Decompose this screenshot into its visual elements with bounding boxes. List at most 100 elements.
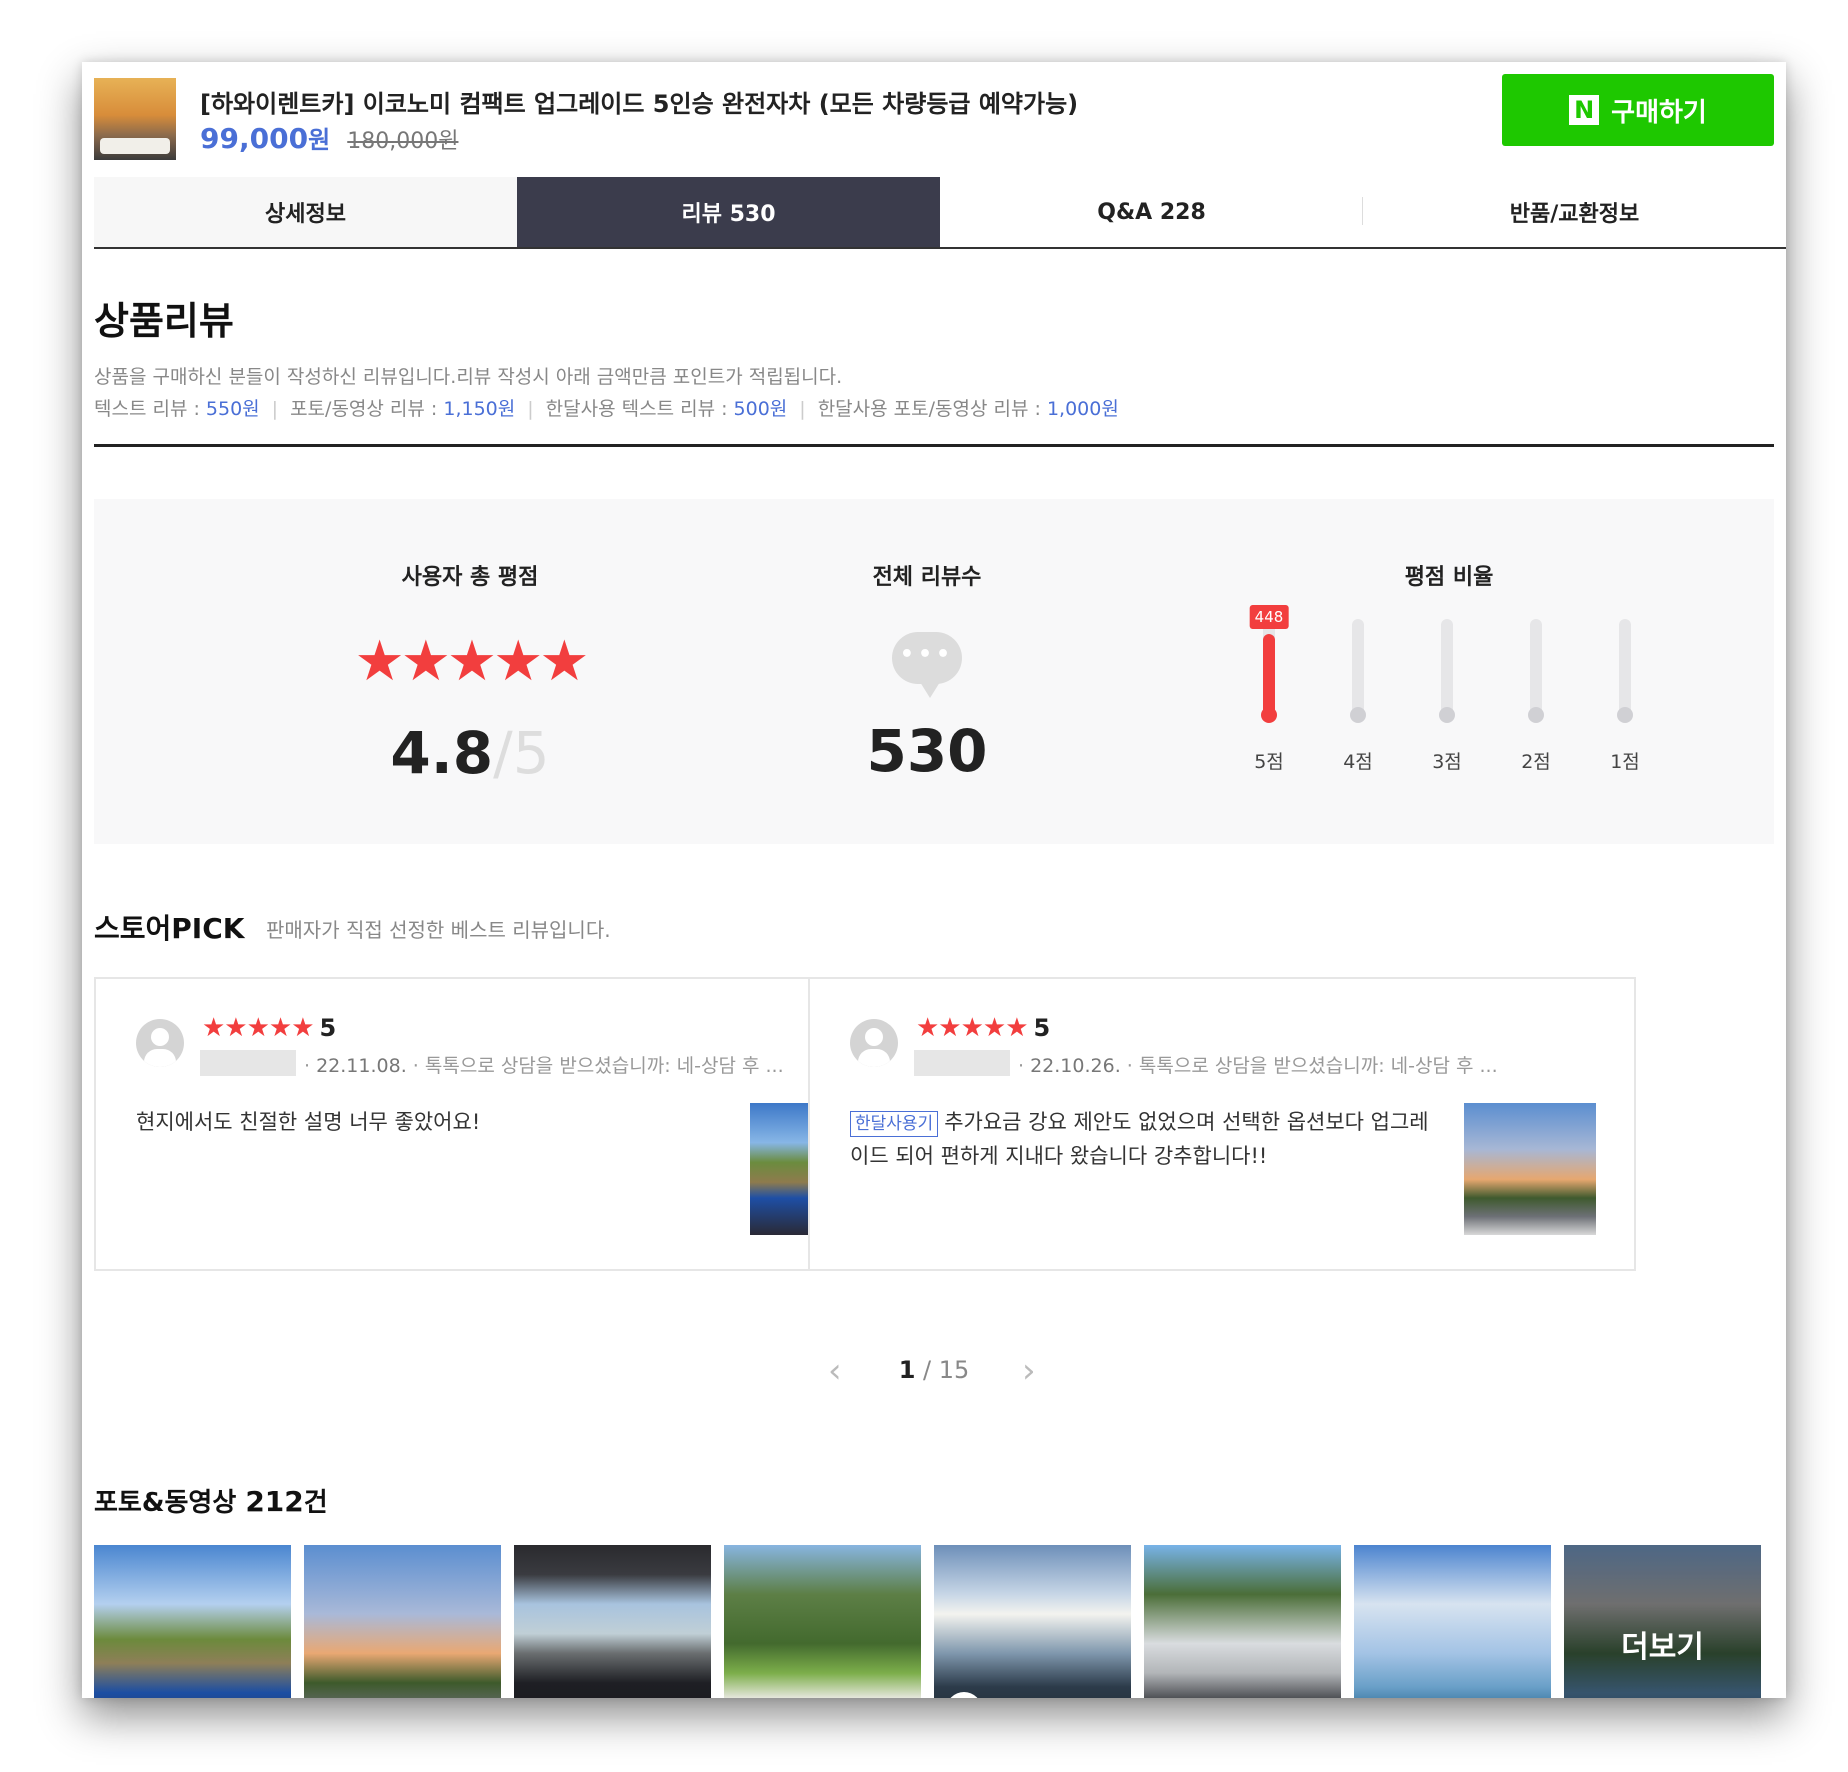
ratio-count-badge: 448 [1249, 605, 1289, 629]
points-label: 한달사용 포토/동영상 리뷰 : [817, 398, 1047, 420]
points-value: 1,150원 [443, 398, 516, 420]
ratio-track [1530, 619, 1542, 719]
section-title: 상품리뷰 [94, 299, 234, 343]
section-divider [94, 444, 1774, 447]
review-meta: · 22.10.26. · 톡톡으로 상담을 받으셨습니까: 네-상담 후 ..… [1018, 1055, 1498, 1077]
chevron-right-icon[interactable]: › [1022, 1354, 1036, 1388]
ratio-knob [1439, 707, 1455, 723]
ratio-label: 4점 [1343, 751, 1373, 773]
review-count-title: 전체 리뷰수 [872, 565, 982, 590]
ratio-label: 2점 [1521, 751, 1551, 773]
tab-detail[interactable]: 상세정보 [94, 177, 517, 247]
points-divider: | [799, 398, 806, 420]
more-photos-button[interactable]: 더보기 [1564, 1545, 1761, 1698]
pagination: 1 / 15 [82, 1356, 1786, 1384]
buy-button-label: 구매하기 [1611, 97, 1707, 128]
review-meta: · 22.11.08. · 톡톡으로 상담을 받으셨습니까: 네-상담 후 ..… [304, 1055, 784, 1077]
photo-count: 212 [245, 1485, 304, 1518]
points-value: 500원 [733, 398, 788, 420]
product-title: [하와이렌트카] 이코노미 컴팩트 업그레이드 5인승 완전자차 (모든 차량등… [200, 90, 1079, 118]
product-thumbnail[interactable] [94, 78, 176, 160]
photo-thumbnail[interactable] [724, 1545, 921, 1698]
rating-stars-icon: ★★★★★ [354, 629, 589, 694]
ratio-knob [1350, 707, 1366, 723]
tab-label: 반품/교환정보 [1509, 202, 1640, 227]
rating-title: 사용자 총 평점 [401, 565, 539, 590]
store-pick-title: 스토어PICK [94, 912, 245, 945]
review-page-window: [하와이렌트카] 이코노미 컴팩트 업그레이드 5인승 완전자차 (모든 차량등… [82, 62, 1786, 1698]
tab-label: Q&A 228 [1097, 199, 1206, 225]
photo-video-title: 포토&동영상 212건 [94, 1482, 328, 1519]
tab-return-info[interactable]: 반품/교환정보 [1363, 177, 1786, 247]
buy-button[interactable]: N 구매하기 [1502, 74, 1774, 146]
original-price: 180,000원 [347, 129, 459, 154]
best-review-card[interactable]: ★★★★★ 5 · 22.11.08. · 톡톡으로 상담을 받으셨습니까: 네-… [94, 977, 922, 1271]
review-photo[interactable] [1464, 1103, 1596, 1235]
review-text: 한달사용기 추가요금 강요 제안도 없었으며 선택한 옵션보다 업그레이드 되어 … [850, 1105, 1430, 1173]
ratio-knob [1617, 707, 1633, 723]
current-page: 1 [898, 1356, 916, 1384]
photo-thumbnail[interactable] [514, 1545, 711, 1698]
review-stars-icon: ★★★★★ 5 [202, 1015, 336, 1041]
review-points: 텍스트 리뷰 : 550원 | 포토/동영상 리뷰 : 1,150원 | 한달사용 텍스… [94, 394, 1119, 421]
photo-title-label: 포토&동영상 [94, 1488, 246, 1518]
rating-max: /5 [493, 719, 550, 787]
tab-label: 상세정보 [265, 202, 346, 227]
sale-price-unit: 원 [308, 126, 331, 154]
ratio-label: 3점 [1432, 751, 1462, 773]
bubble-dots: ••• [899, 642, 955, 667]
review-body: 현지에서도 친절한 설명 너무 좋았어요! [136, 1110, 481, 1134]
photo-thumbnail[interactable] [1354, 1545, 1551, 1698]
tab-qna[interactable]: Q&A 228 [940, 177, 1363, 247]
total-pages: / 15 [923, 1356, 970, 1384]
rating-value: 4.8 [390, 719, 494, 787]
video-thumbnail[interactable]: 2 [934, 1545, 1131, 1698]
review-option: 톡톡으로 상담을 받으셨습니까: 네-상담 후 ... [1138, 1055, 1498, 1077]
ratio-knob [1261, 707, 1277, 723]
photo-thumbnail[interactable] [304, 1545, 501, 1698]
play-icon [946, 1692, 982, 1698]
more-photos-overlay: 더보기 [1564, 1545, 1761, 1698]
photo-strip: 2 더보기 [94, 1545, 1772, 1698]
review-date: 22.11.08. [316, 1055, 407, 1077]
review-stars: ★★★★★ [202, 1013, 315, 1043]
ratio-track [1619, 619, 1631, 719]
section-description: 상품을 구매하신 분들이 작성하신 리뷰입니다.리뷰 작성시 아래 금액만큼 포… [94, 366, 843, 388]
ratio-label: 5점 [1254, 751, 1284, 773]
product-header: [하와이렌트카] 이코노미 컴팩트 업그레이드 5인승 완전자차 (모든 차량등… [94, 74, 1774, 160]
review-date: 22.10.26. [1030, 1055, 1121, 1077]
user-id-masked [914, 1050, 1010, 1076]
tab-review[interactable]: 리뷰 530 [517, 177, 940, 247]
product-tabs: 상세정보 리뷰 530 Q&A 228 반품/교환정보 [94, 177, 1786, 249]
more-photos-label: 더보기 [1621, 1629, 1704, 1665]
price-row: 99,000원 180,000원 [200, 120, 458, 155]
points-value: 1,000원 [1046, 398, 1119, 420]
user-avatar-icon [850, 1019, 898, 1067]
points-divider: | [527, 398, 534, 420]
rating-score: 4.8/5 [390, 724, 549, 782]
review-stars-icon: ★★★★★ 5 [916, 1015, 1050, 1041]
review-stars: ★★★★★ [916, 1013, 1029, 1043]
review-score: 5 [319, 1014, 337, 1042]
review-score: 5 [1033, 1014, 1051, 1042]
best-review-card[interactable]: ★★★★★ 5 · 22.10.26. · 톡톡으로 상담을 받으셨습니까: 네-… [808, 977, 1636, 1271]
ratio-track [1352, 619, 1364, 719]
review-summary: 사용자 총 평점 ★★★★★ 4.8/5 전체 리뷰수 ••• 530 평점 비… [94, 499, 1774, 844]
ratio-title: 평점 비율 [1404, 565, 1494, 590]
photo-thumbnail[interactable] [1144, 1545, 1341, 1698]
points-label: 포토/동영상 리뷰 : [290, 398, 444, 420]
ratio-knob [1528, 707, 1544, 723]
points-label: 텍스트 리뷰 : [94, 398, 206, 420]
ratio-label: 1점 [1610, 751, 1640, 773]
review-option: 톡톡으로 상담을 받으셨습니까: 네-상담 후 ... [424, 1055, 784, 1077]
store-pick-description: 판매자가 직접 선정한 베스트 리뷰입니다. [266, 918, 611, 942]
points-label: 한달사용 텍스트 리뷰 : [545, 398, 734, 420]
points-divider: | [271, 398, 279, 420]
points-value: 550원 [205, 398, 260, 420]
month-use-tag: 한달사용기 [850, 1111, 939, 1137]
photo-thumbnail[interactable] [94, 1545, 291, 1698]
speech-bubble-icon: ••• [892, 632, 962, 698]
review-text: 현지에서도 친절한 설명 너무 좋았어요! [136, 1105, 716, 1139]
naver-n-icon: N [1569, 95, 1600, 125]
user-avatar-icon [136, 1019, 184, 1067]
